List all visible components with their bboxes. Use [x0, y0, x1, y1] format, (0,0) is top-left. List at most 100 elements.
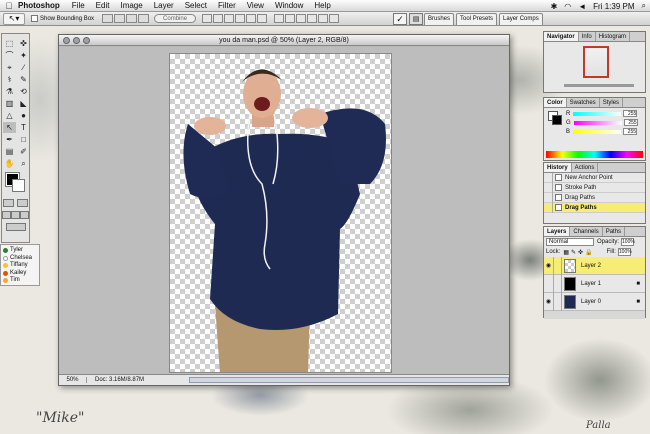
green-slider[interactable] [573, 120, 622, 125]
hand-tool-icon[interactable]: ✋ [3, 158, 16, 169]
distribute-vcenter-button[interactable] [285, 14, 296, 23]
menu-select[interactable]: Select [185, 1, 207, 10]
history-brush-tool-icon[interactable]: ⟲ [17, 86, 30, 97]
align-left-button[interactable] [235, 14, 246, 23]
layer-row[interactable]: Layer 1 ■ [544, 274, 645, 293]
magic-wand-tool-icon[interactable]: ✦ [17, 50, 30, 61]
healing-brush-tool-icon[interactable]: ⚕ [3, 74, 16, 85]
history-item[interactable]: Drag Paths [544, 192, 645, 203]
brush-tool-icon[interactable]: ✎ [17, 74, 30, 85]
path-mode-add-button[interactable] [102, 14, 114, 23]
visibility-eye-icon[interactable]: ◉ [544, 298, 553, 305]
layer-row[interactable]: ◉ Layer 2 [544, 256, 645, 275]
history-item[interactable]: New Anchor Point [544, 172, 645, 183]
history-item-selected[interactable]: Drag Paths [544, 202, 645, 213]
tab-info[interactable]: Info [579, 32, 596, 41]
blue-value-field[interactable]: 255 [623, 128, 638, 135]
paint-bucket-tool-icon[interactable]: ◣ [17, 98, 30, 109]
menu-filter[interactable]: Filter [218, 1, 236, 10]
well-tab-brushes[interactable]: Brushes [424, 13, 455, 25]
path-mode-exclude-button[interactable] [138, 14, 150, 23]
horizontal-scrollbar[interactable] [189, 377, 509, 383]
standard-mode-button[interactable] [3, 199, 15, 207]
menu-help[interactable]: Help [314, 1, 330, 10]
fill-field[interactable]: 100% [617, 248, 632, 256]
list-item[interactable]: Tiffany [3, 262, 37, 270]
distribute-right-button[interactable] [329, 14, 340, 23]
menu-layer[interactable]: Layer [154, 1, 174, 10]
tab-styles[interactable]: Styles [600, 98, 624, 107]
red-value-field[interactable]: 255 [623, 110, 638, 117]
red-slider[interactable] [573, 111, 622, 116]
shape-tool-icon[interactable]: □ [17, 134, 30, 145]
path-selection-tool-icon[interactable]: ↖ [3, 122, 16, 133]
palette-well-icon[interactable]: ▤ [409, 13, 423, 25]
bluetooth-icon[interactable]: ✱ [551, 2, 558, 11]
marquee-tool-icon[interactable]: ⬚ [3, 38, 16, 49]
tab-layers[interactable]: Layers [544, 227, 571, 236]
tab-color[interactable]: Color [544, 98, 567, 107]
blue-slider[interactable] [573, 129, 622, 134]
history-item[interactable]: Stroke Path [544, 182, 645, 193]
doc-size-info[interactable]: Doc: 3.16M/8.87M [95, 377, 144, 383]
show-bounding-box-checkbox[interactable] [31, 15, 38, 22]
crop-tool-icon[interactable]: ⌖ [3, 62, 16, 73]
lock-transparent-icon[interactable]: ▦ [563, 249, 569, 256]
background-color-swatch[interactable] [12, 179, 25, 192]
menu-window[interactable]: Window [275, 1, 303, 10]
zoom-tool-icon[interactable]: ⌕ [17, 158, 30, 169]
green-value-field[interactable]: 255 [623, 119, 638, 126]
layer-link-cell[interactable] [553, 274, 562, 293]
blur-tool-icon[interactable]: △ [3, 110, 16, 121]
zoom-window-button[interactable] [83, 37, 90, 44]
spotlight-icon[interactable]: ⌕ [642, 1, 646, 11]
screen-mode-standard-button[interactable] [2, 211, 11, 219]
wifi-icon[interactable]: ◠ [564, 2, 571, 11]
imageready-button[interactable] [5, 223, 26, 231]
eraser-tool-icon[interactable]: ▥ [3, 98, 16, 109]
eyedropper-tool-icon[interactable]: ✐ [17, 146, 30, 157]
dodge-tool-icon[interactable]: ● [17, 110, 30, 121]
path-mode-intersect-button[interactable] [126, 14, 138, 23]
visibility-eye-icon[interactable]: ◉ [544, 262, 553, 269]
tab-navigator[interactable]: Navigator [544, 32, 579, 41]
navigator-thumbnail[interactable] [583, 46, 609, 78]
apple-menu-icon[interactable]:  [0, 1, 18, 11]
screen-mode-full-menu-button[interactable] [11, 211, 20, 219]
distribute-left-button[interactable] [307, 14, 318, 23]
type-tool-icon[interactable]: T [17, 122, 30, 133]
tab-histogram[interactable]: Histogram [596, 32, 631, 41]
tab-swatches[interactable]: Swatches [567, 98, 600, 107]
clone-stamp-tool-icon[interactable]: ⚗ [3, 86, 16, 97]
layer-link-cell[interactable] [553, 292, 562, 311]
tool-preset-picker[interactable]: ↖▾ [3, 12, 25, 25]
minimize-window-button[interactable] [73, 37, 80, 44]
menu-edit[interactable]: Edit [96, 1, 110, 10]
align-bottom-button[interactable] [224, 14, 235, 23]
tab-channels[interactable]: Channels [570, 227, 603, 236]
distribute-bottom-button[interactable] [296, 14, 307, 23]
opacity-field[interactable]: 100% [621, 238, 635, 246]
menu-file[interactable]: File [72, 1, 85, 10]
path-mode-subtract-button[interactable] [114, 14, 126, 23]
app-menu[interactable]: Photoshop [18, 1, 60, 10]
zoom-field[interactable]: 50% [59, 377, 87, 383]
color-spectrum-ramp[interactable] [546, 151, 643, 158]
blend-mode-select[interactable]: Normal [546, 238, 594, 246]
layer-row[interactable]: ◉ Layer 0 ■ [544, 292, 645, 311]
image-canvas[interactable] [169, 53, 392, 373]
lock-paint-icon[interactable]: ✎ [571, 249, 576, 256]
lock-all-icon[interactable]: 🔒 [585, 249, 592, 256]
commit-checkmark-icon[interactable]: ✓ [393, 13, 407, 25]
distribute-hcenter-button[interactable] [318, 14, 329, 23]
tab-paths[interactable]: Paths [603, 227, 626, 236]
align-top-button[interactable] [202, 14, 213, 23]
lasso-tool-icon[interactable]: ⌒ [3, 50, 16, 61]
list-item[interactable]: Tyler [3, 247, 37, 255]
combine-button[interactable]: Combine [154, 14, 197, 23]
well-tab-layer-comps[interactable]: Layer Comps [499, 13, 543, 25]
quick-mask-mode-button[interactable] [16, 199, 28, 207]
volume-icon[interactable]: ◄ [578, 2, 586, 11]
pen-tool-icon[interactable]: ✒ [3, 134, 16, 145]
document-titlebar[interactable]: you da man.psd @ 50% (Layer 2, RGB/8) [59, 35, 509, 46]
